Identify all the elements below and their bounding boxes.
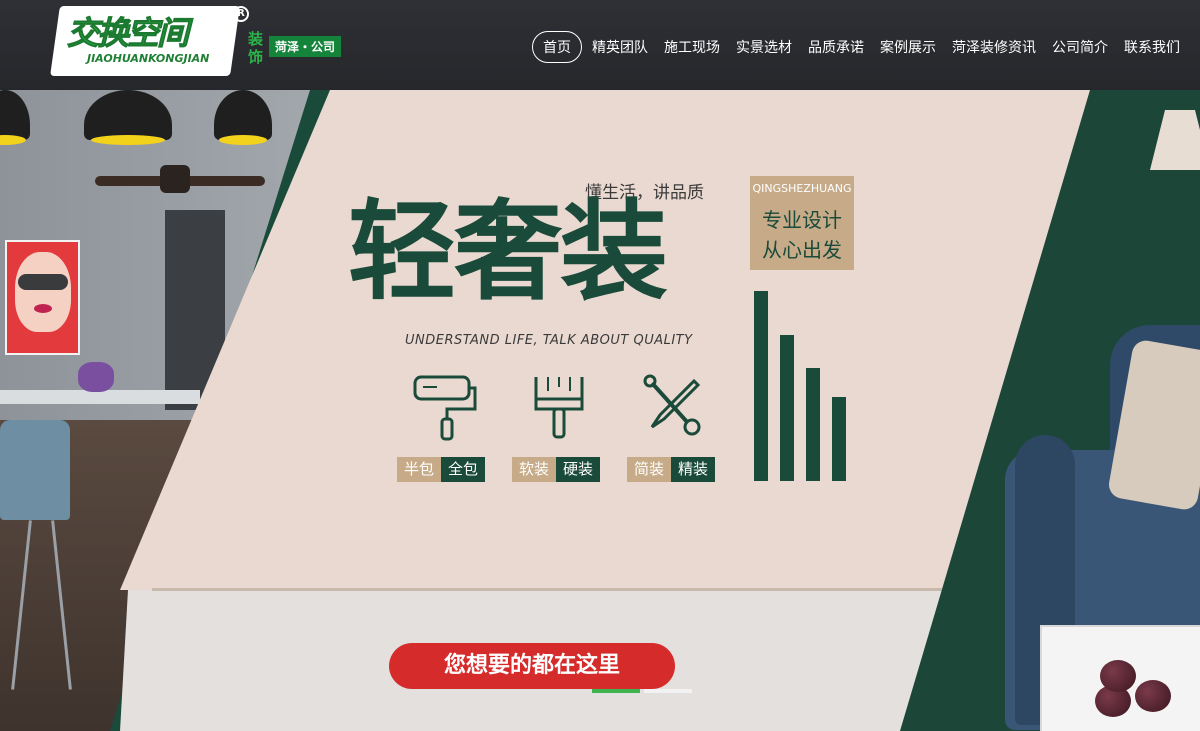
nav-item-construction-site[interactable]: 施工现场 (656, 32, 728, 62)
nav-item-quality[interactable]: 品质承诺 (800, 32, 872, 62)
site-logo[interactable]: 交换空间 JIAOHUANKONGJIAN R 装饰 菏泽・公司 (50, 6, 355, 82)
decor-bar (780, 335, 794, 481)
decor-bar (832, 397, 846, 481)
slide-indicator (592, 689, 692, 693)
tag-decoration-level[interactable]: 简装 精装 (627, 457, 716, 482)
banner-title: 轻奢装 (348, 189, 668, 315)
fruit-icon (1100, 660, 1136, 692)
cta-button[interactable]: 您想要的都在这里 (389, 643, 675, 689)
tag-simple-decoration[interactable]: 简装 (627, 457, 672, 482)
nav-item-about[interactable]: 公司简介 (1044, 32, 1116, 62)
paint-roller-icon (413, 375, 476, 441)
feature-roller (397, 373, 494, 441)
registered-mark-icon: R (233, 6, 249, 22)
site-header: 交换空间 JIAOHUANKONGJIAN R 装饰 菏泽・公司 首页 精英团队… (0, 0, 1200, 90)
decor-bar (806, 368, 820, 481)
tag-package[interactable]: 半包 全包 (397, 457, 486, 482)
slide-dot-2[interactable] (644, 689, 692, 693)
nav-item-home[interactable]: 首页 (532, 31, 582, 63)
logo-city-tag: 菏泽・公司 (269, 36, 342, 57)
badge-en-text: QINGSHEZHUANG (752, 182, 852, 195)
feature-brush (510, 373, 607, 441)
logo-name-cn: 交换空间 (66, 14, 189, 53)
tag-full-package[interactable]: 全包 (441, 457, 486, 482)
badge-line-1: 专业设计 (762, 208, 842, 232)
paint-brush-icon (534, 377, 583, 439)
dining-chair (0, 420, 70, 520)
banner-subtitle: UNDERSTAND LIFE, TALK ABOUT QUALITY (405, 333, 693, 348)
tag-decoration-type[interactable]: 软装 硬装 (512, 457, 601, 482)
main-nav: 首页 精英团队 施工现场 实景选材 品质承诺 案例展示 菏泽装修资讯 公司简介 … (532, 31, 1188, 63)
tag-hard-decoration[interactable]: 硬装 (556, 457, 601, 482)
design-badge: QINGSHEZHUANG 专业设计 从心出发 (750, 176, 854, 270)
nav-item-news[interactable]: 菏泽装修资讯 (944, 32, 1044, 62)
hero-banner[interactable]: 懂生活，讲品质 轻奢装 UNDERSTAND LIFE, TALK ABOUT … (0, 90, 1200, 731)
nav-item-contact[interactable]: 联系我们 (1116, 32, 1188, 62)
logo-name-en: JIAOHUANKONGJIAN (87, 52, 210, 65)
slide-dot-1[interactable] (592, 689, 640, 693)
nav-item-team[interactable]: 精英团队 (584, 32, 656, 62)
wall-painting (5, 240, 80, 355)
nav-item-cases[interactable]: 案例展示 (872, 32, 944, 62)
feature-tools (624, 373, 721, 441)
tag-soft-decoration[interactable]: 软装 (512, 457, 557, 482)
tools-icon (643, 374, 700, 436)
tag-fine-decoration[interactable]: 精装 (671, 457, 716, 482)
decor-bar (754, 291, 768, 481)
fruit-icon (1135, 680, 1171, 712)
logo-decoration-text: 装饰 (248, 30, 264, 66)
nav-item-materials[interactable]: 实景选材 (728, 32, 800, 62)
tag-half-package[interactable]: 半包 (397, 457, 442, 482)
flower-vase-icon (78, 362, 114, 392)
badge-line-2: 从心出发 (762, 238, 842, 262)
